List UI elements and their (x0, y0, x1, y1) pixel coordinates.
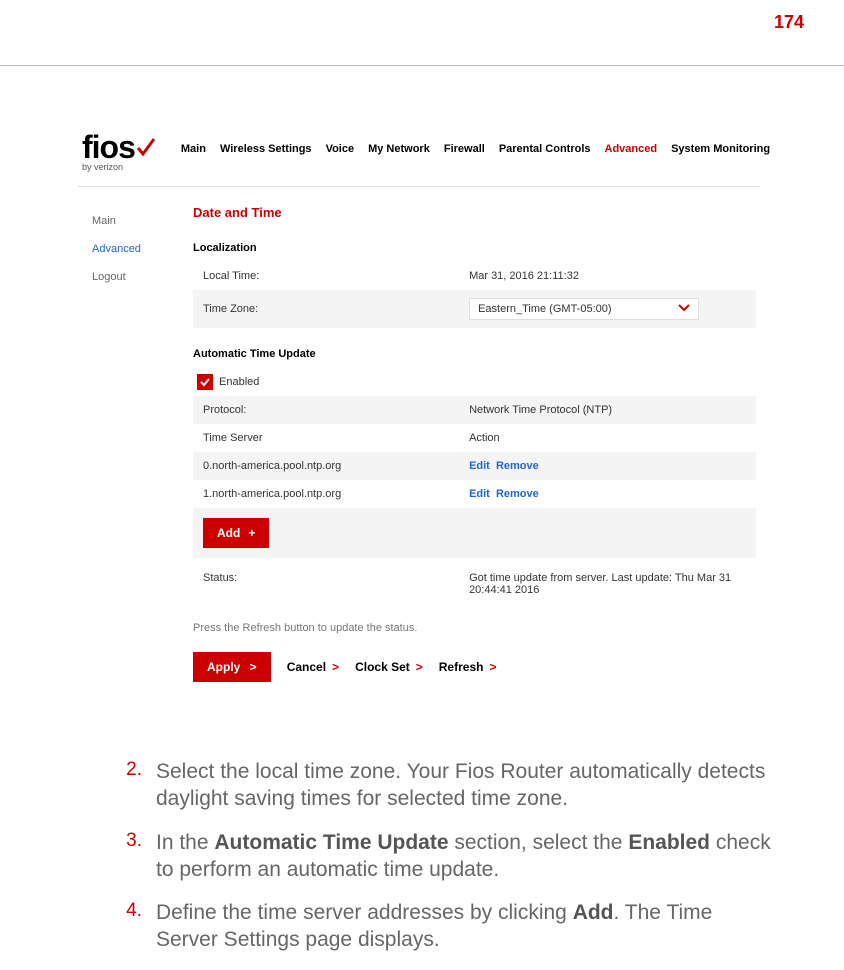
instruction-number: 3. (116, 829, 156, 884)
auto-update-heading: Automatic Time Update (193, 348, 756, 360)
server-header: Time Server (203, 432, 469, 444)
nav-wireless[interactable]: Wireless Settings (220, 143, 312, 155)
chevron-right-icon: > (416, 660, 423, 674)
page-number: 174 (774, 12, 804, 33)
sidebar-advanced[interactable]: Advanced (92, 243, 193, 255)
header-rule (0, 65, 844, 66)
instruction-3: 3. In the Automatic Time Update section,… (116, 829, 776, 884)
nav-parental[interactable]: Parental Controls (499, 143, 591, 155)
server-header-row: Time Server Action (193, 424, 756, 452)
add-button[interactable]: Add + (203, 518, 269, 548)
status-row: Status: Got time update from server. Las… (193, 558, 756, 610)
time-zone-row: Time Zone: Eastern_Time (GMT-05:00) (193, 290, 756, 328)
page-title: Date and Time (193, 205, 756, 220)
screenshot-panel: fios by verizon Main Wireless Settings V… (78, 125, 760, 682)
instruction-number: 4. (116, 899, 156, 954)
top-nav: Main Wireless Settings Voice My Network … (181, 143, 770, 155)
server-row-0: 0.north-america.pool.ntp.org Edit Remove (193, 452, 756, 480)
enabled-checkbox[interactable] (197, 374, 213, 390)
server-1-edit-link[interactable]: Edit (469, 488, 490, 500)
chevron-down-icon (678, 303, 690, 315)
server-row-1: 1.north-america.pool.ntp.org Edit Remove (193, 480, 756, 508)
server-0-name: 0.north-america.pool.ntp.org (203, 460, 469, 472)
apply-button[interactable]: Apply > (193, 652, 271, 682)
protocol-label: Protocol: (203, 404, 469, 416)
nav-main[interactable]: Main (181, 143, 206, 155)
time-zone-label: Time Zone: (203, 303, 469, 315)
local-time-row: Local Time: Mar 31, 2016 21:11:32 (193, 262, 756, 290)
chevron-right-icon: > (246, 660, 256, 674)
router-header: fios by verizon Main Wireless Settings V… (78, 125, 760, 187)
refresh-note: Press the Refresh button to update the s… (193, 610, 756, 652)
nav-advanced[interactable]: Advanced (605, 143, 658, 155)
chevron-right-icon: > (332, 660, 339, 674)
enabled-label: Enabled (219, 376, 259, 388)
cancel-label: Cancel (287, 660, 326, 674)
protocol-row: Protocol: Network Time Protocol (NTP) (193, 396, 756, 424)
logo-text: fios (82, 129, 135, 166)
add-button-label: Add (217, 526, 240, 540)
refresh-button[interactable]: Refresh > (439, 660, 497, 674)
cancel-button[interactable]: Cancel > (287, 660, 339, 674)
logo-subtext: by verizon (82, 162, 123, 172)
local-time-value: Mar 31, 2016 21:11:32 (469, 270, 746, 282)
sidebar: Main Advanced Logout (78, 205, 193, 682)
time-zone-value: Eastern_Time (GMT-05:00) (478, 303, 611, 315)
instruction-text: In the Automatic Time Update section, se… (156, 829, 776, 884)
server-0-remove-link[interactable]: Remove (496, 460, 539, 472)
nav-firewall[interactable]: Firewall (444, 143, 485, 155)
instruction-number: 2. (116, 758, 156, 813)
instruction-4: 4. Define the time server addresses by c… (116, 899, 776, 954)
localization-heading: Localization (193, 242, 756, 254)
instruction-2: 2. Select the local time zone. Your Fios… (116, 758, 776, 813)
sidebar-main[interactable]: Main (92, 215, 193, 227)
main-content: Date and Time Localization Local Time: M… (193, 205, 760, 682)
action-header: Action (469, 432, 746, 444)
local-time-label: Local Time: (203, 270, 469, 282)
clockset-label: Clock Set (355, 660, 410, 674)
status-label: Status: (203, 572, 469, 584)
action-buttons: Apply > Cancel > Clock Set > Refresh > (193, 652, 756, 682)
server-0-edit-link[interactable]: Edit (469, 460, 490, 472)
enabled-row: Enabled (193, 368, 756, 396)
status-value: Got time update from server. Last update… (469, 572, 746, 596)
protocol-value: Network Time Protocol (NTP) (469, 404, 746, 416)
nav-voice[interactable]: Voice (326, 143, 355, 155)
server-1-remove-link[interactable]: Remove (496, 488, 539, 500)
plus-icon: + (248, 526, 255, 540)
time-zone-select[interactable]: Eastern_Time (GMT-05:00) (469, 298, 699, 320)
instruction-text: Select the local time zone. Your Fios Ro… (156, 758, 776, 813)
instruction-text: Define the time server addresses by clic… (156, 899, 776, 954)
refresh-label: Refresh (439, 660, 484, 674)
chevron-right-icon: > (489, 660, 496, 674)
server-1-name: 1.north-america.pool.ntp.org (203, 488, 469, 500)
verizon-check-icon (137, 138, 155, 158)
clockset-button[interactable]: Clock Set > (355, 660, 423, 674)
nav-sysmon[interactable]: System Monitoring (671, 143, 770, 155)
apply-label: Apply (207, 660, 240, 674)
nav-mynetwork[interactable]: My Network (368, 143, 430, 155)
add-row: Add + (193, 508, 756, 558)
router-body: Main Advanced Logout Date and Time Local… (78, 187, 760, 682)
sidebar-logout[interactable]: Logout (92, 271, 193, 283)
instruction-list: 2. Select the local time zone. Your Fios… (116, 758, 776, 970)
fios-logo: fios by verizon (82, 129, 155, 172)
